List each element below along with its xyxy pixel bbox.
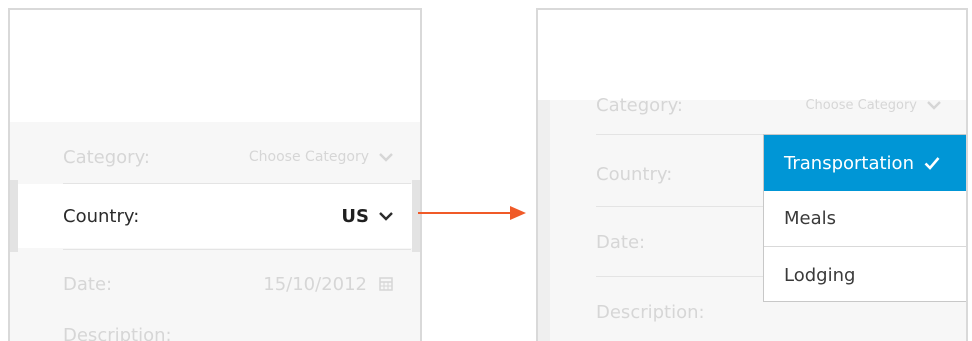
date-label: Date: (63, 273, 113, 295)
description-row[interactable]: Description: (63, 315, 393, 341)
dropdown-option-transportation[interactable]: Transportation (764, 135, 966, 191)
arrow-right-icon (418, 206, 526, 220)
left-edge-indicator (10, 180, 18, 252)
dropdown-option-meals[interactable]: Meals (764, 191, 966, 247)
category-row[interactable]: Category: Choose Category (596, 80, 941, 130)
chevron-down-icon (379, 153, 393, 162)
option-label: Transportation (784, 152, 914, 174)
right-mobile-screen: Category: Choose Category Country: Date:… (536, 8, 968, 341)
chevron-down-icon (927, 101, 941, 110)
country-dropdown-menu: Transportation Meals Lodging (763, 134, 966, 303)
category-label: Category: (63, 146, 150, 168)
category-placeholder: Choose Category (805, 97, 917, 113)
category-placeholder: Choose Category (248, 149, 369, 165)
category-row[interactable]: Category: Choose Category (63, 125, 393, 189)
country-row[interactable]: Country: US (63, 184, 393, 248)
description-label: Description: (63, 324, 172, 341)
left-mobile-screen: Category: Choose Category Country: US Da… (8, 8, 422, 341)
checkmark-icon (924, 157, 940, 170)
option-label: Meals (784, 208, 837, 229)
country-label: Country: (63, 205, 140, 227)
option-label: Lodging (784, 264, 856, 286)
left-edge-indicator (538, 100, 550, 341)
category-label: Category: (596, 94, 683, 116)
date-row[interactable]: Date: 15/10/2012 (63, 252, 393, 316)
date-value: 15/10/2012 (263, 273, 367, 295)
description-label: Description: (596, 301, 705, 323)
divider (63, 249, 411, 250)
country-value: US (341, 205, 369, 227)
chevron-down-icon[interactable] (379, 211, 393, 221)
calendar-icon[interactable] (379, 277, 393, 291)
dropdown-option-lodging[interactable]: Lodging (764, 247, 966, 303)
